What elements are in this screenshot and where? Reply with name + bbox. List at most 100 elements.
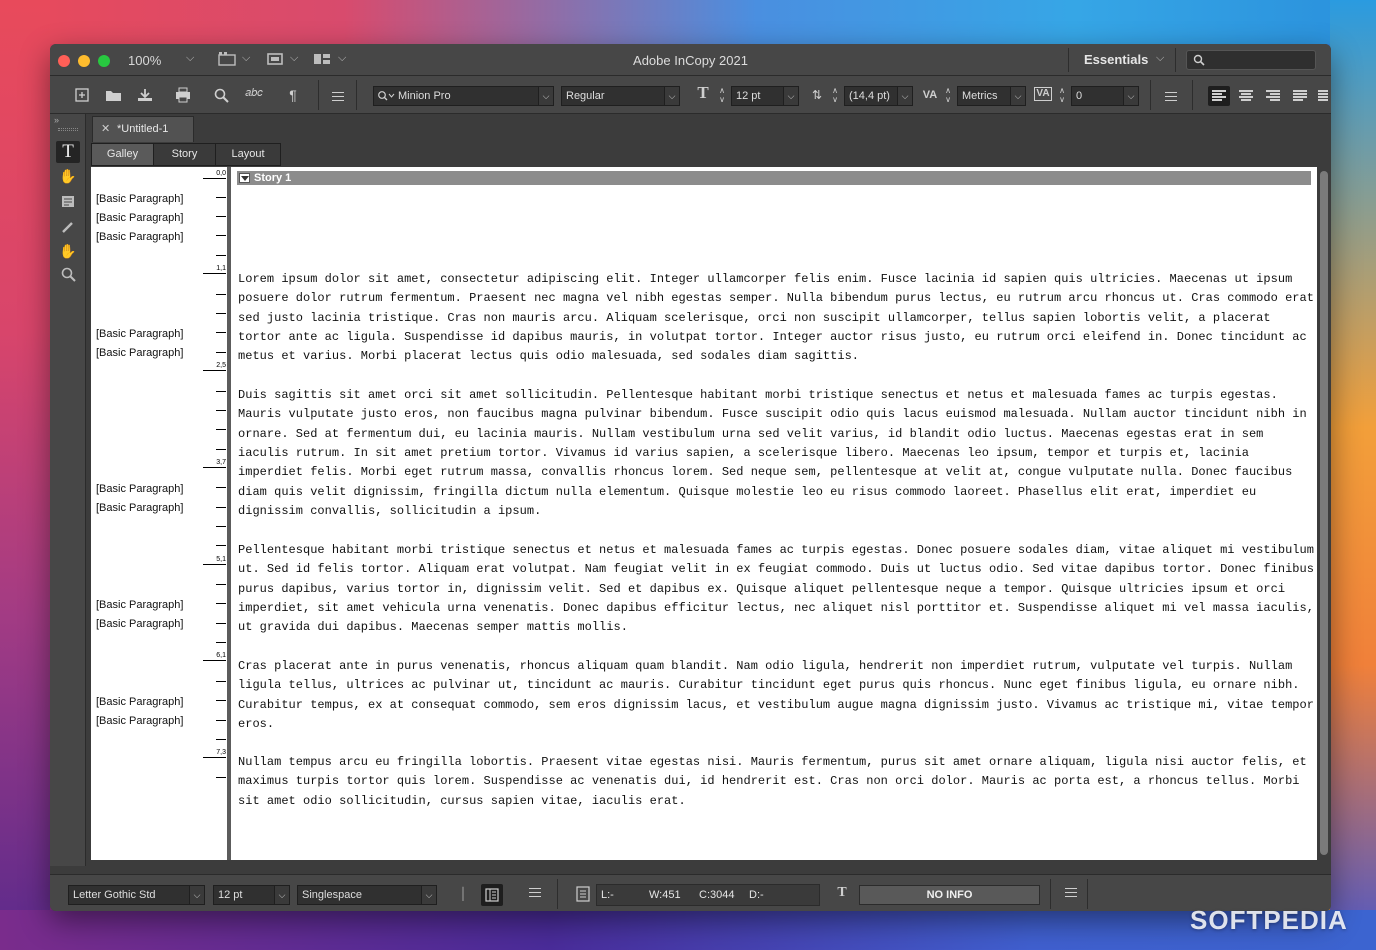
galley-menu-icon[interactable] [529,888,541,900]
save-download-icon[interactable] [136,87,154,103]
story-header[interactable]: Story 1 [237,171,1311,185]
zoom-level[interactable]: 100% [128,53,161,68]
galley-font-field[interactable]: Letter Gothic Std [68,885,190,905]
line-tick [216,391,226,392]
tab-story[interactable]: Story [153,143,216,166]
line-spacing-dropdown-button[interactable]: ⌵ [421,885,437,905]
leading-icon: ⇅ [811,88,823,102]
divider [1175,48,1176,72]
collapse-story-icon[interactable] [239,173,250,183]
close-window-button[interactable] [58,55,70,67]
paragraph-style-label: [Basic Paragraph] [96,618,184,630]
justify-all-icon [1318,90,1328,102]
story-text-area[interactable]: Story 1 Lorem ipsum dolor sit amet, cons… [231,167,1317,860]
zoom-tool-icon[interactable] [56,264,80,286]
info-column: 0,0 1,1 2,5 3,7 5,1 6,1 7,3 [Basic Parag… [91,167,227,860]
font-size-field[interactable]: 12 pt [731,86,784,106]
line-tick [216,545,226,546]
position-tool-icon[interactable]: ✋ [56,165,80,187]
kerning-dropdown-button[interactable]: ⌵ [1010,86,1026,106]
align-center-button[interactable] [1235,86,1257,106]
minimize-window-button[interactable] [78,55,90,67]
kerning-field[interactable]: Metrics [957,86,1012,106]
line-numbers-icon[interactable]: ┃ [454,886,472,902]
paragraph[interactable]: Duis sagittis sit amet orci sit amet sol… [238,386,1314,521]
justify-all-button[interactable] [1314,86,1331,106]
kerning-stepper[interactable]: ∧ ∨ [942,86,954,106]
workspace-chevron-down-icon[interactable]: ⌵ [1156,52,1164,65]
font-search-icon [378,91,395,101]
wallpaper-bottom [0,910,1376,950]
kerning-value: Metrics [962,90,998,102]
paragraph-style-label: [Basic Paragraph] [96,599,184,611]
justify-left-button[interactable] [1289,86,1311,106]
wallpaper-left [0,0,50,950]
view-options-chevron-down-icon[interactable]: ⌵ [242,52,250,65]
new-note-icon[interactable] [73,87,91,103]
paragraph[interactable]: Pellentesque habitant morbi tristique se… [238,541,1314,638]
search-input[interactable] [1186,50,1316,70]
zoom-chevron-down-icon[interactable]: ⌵ [186,52,194,65]
font-style-dropdown-button[interactable]: ⌵ [664,86,680,106]
arrange-documents-icon[interactable] [313,52,331,66]
info-status-field: NO INFO [859,885,1040,905]
track-changes-icon[interactable]: T [833,885,851,901]
hand-tool-icon[interactable]: ✋ [56,240,80,262]
galley-size-dropdown-button[interactable]: ⌵ [274,885,290,905]
galley-size-field[interactable]: 12 pt [213,885,275,905]
print-icon[interactable] [174,87,192,103]
vertical-scrollbar[interactable] [1317,167,1331,860]
paragraph-style-label: [Basic Paragraph] [96,231,184,243]
show-hidden-characters-icon[interactable]: ¶ [284,87,302,103]
document-tab[interactable]: ✕ *Untitled-1 [92,116,194,142]
fullscreen-window-button[interactable] [98,55,110,67]
font-size-value: 12 pt [736,90,761,102]
leading-dropdown-button[interactable]: ⌵ [897,86,913,106]
eyedropper-tool-icon[interactable] [56,216,80,238]
expand-panel-icon[interactable]: » [54,115,59,125]
font-family-dropdown-button[interactable]: ⌵ [538,86,554,106]
font-family-field[interactable]: Minion Pro [373,86,540,106]
scrollbar-thumb[interactable] [1320,171,1328,855]
align-left-button[interactable] [1208,86,1230,106]
tracking-stepper[interactable]: ∧ ∨ [1056,86,1068,106]
font-size-icon: T [697,83,709,102]
paragraph[interactable]: Cras placerat ante in purus venenatis, r… [238,657,1314,734]
tab-layout[interactable]: Layout [215,143,281,166]
screen-mode-chevron-down-icon[interactable]: ⌵ [290,52,298,65]
spell-check-icon[interactable]: 𝑎𝑏𝑐 [245,85,263,101]
depth-marker: 1,1 [203,264,226,274]
view-options-icon[interactable] [218,52,236,66]
status-menu-icon[interactable] [1065,888,1077,900]
leading-field[interactable]: (14,4 pt) [844,86,899,106]
type-tool-icon[interactable]: T [56,141,80,163]
font-size-stepper[interactable]: ∧ ∨ [716,86,728,106]
paragraph-style-label: [Basic Paragraph] [96,328,184,340]
tab-galley[interactable]: Galley [91,143,154,166]
tracking-dropdown-button[interactable]: ⌵ [1123,86,1139,106]
font-size-dropdown-button[interactable]: ⌵ [783,86,799,106]
leading-stepper[interactable]: ∧ ∨ [829,86,841,106]
note-tool-icon[interactable] [56,191,80,213]
show-paragraph-styles-button[interactable] [481,884,503,906]
close-icon[interactable]: ✕ [101,117,110,141]
paragraph[interactable]: Nullam tempus arcu eu fringilla lobortis… [238,753,1314,811]
paragraph[interactable]: Lorem ipsum dolor sit amet, consectetur … [238,270,1314,367]
panel-menu-icon[interactable] [332,92,344,104]
softpedia-watermark: SOFTPEDIA [1190,905,1348,935]
align-right-button[interactable] [1262,86,1284,106]
screen-mode-icon[interactable] [266,52,284,66]
font-style-field[interactable]: Regular [561,86,665,106]
depth-value: D:- [749,889,764,901]
arrange-documents-chevron-down-icon[interactable]: ⌵ [338,52,346,65]
tracking-field[interactable]: 0 [1071,86,1124,106]
line-spacing-field[interactable]: Singlespace [297,885,422,905]
workspace-switcher[interactable]: Essentials [1084,52,1148,67]
open-folder-icon[interactable] [105,87,123,103]
line-tick [216,526,226,527]
galley-font-dropdown-button[interactable]: ⌵ [189,885,205,905]
control-panel-menu-icon[interactable] [1165,92,1177,104]
line-tick [216,584,226,585]
copyfit-info-icon[interactable] [574,886,592,902]
find-change-icon[interactable] [213,87,231,103]
